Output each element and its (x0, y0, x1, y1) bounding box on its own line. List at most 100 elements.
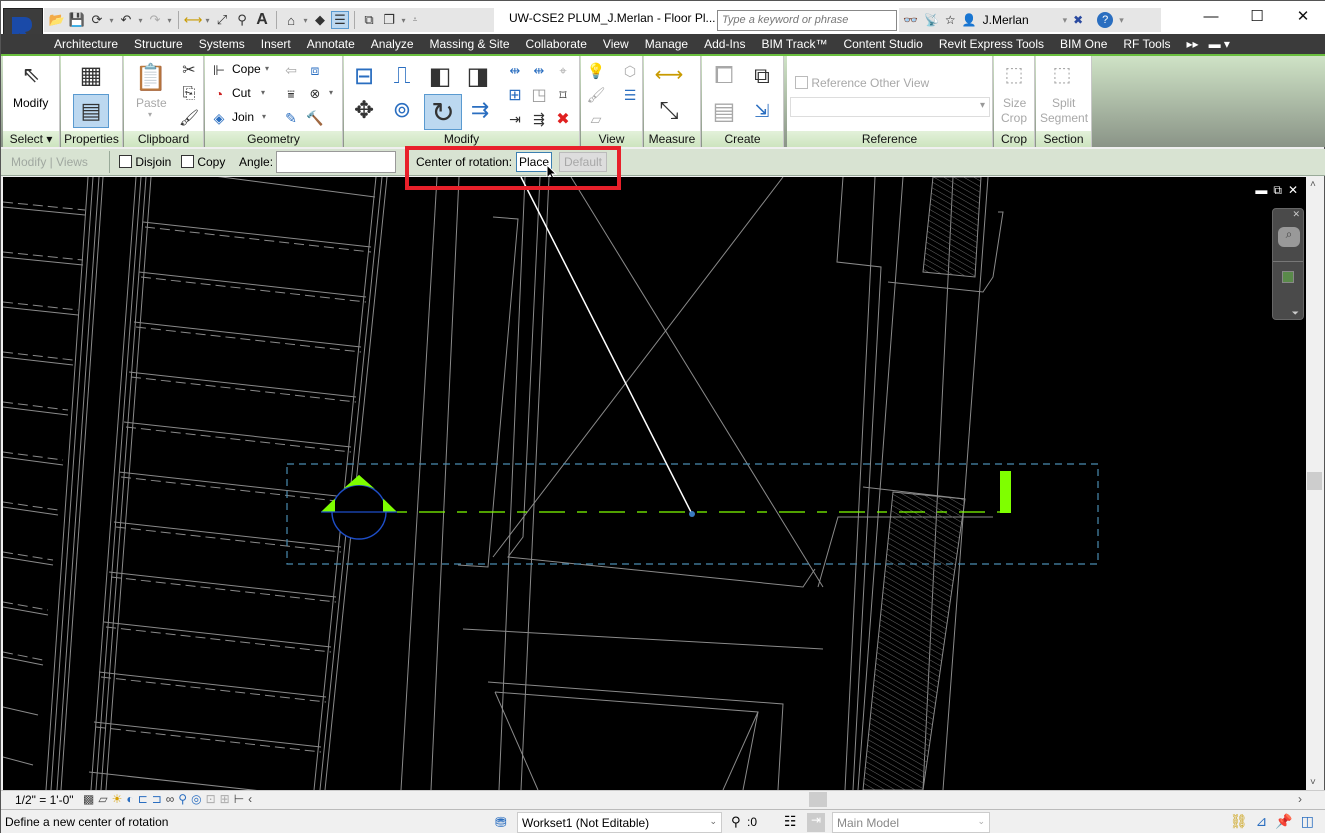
beam-column-joins-icon[interactable]: ⩸ (281, 84, 301, 104)
measure-between-icon[interactable]: ⟷ (650, 60, 688, 88)
view-scale[interactable]: 1/2" = 1'-0" (15, 793, 74, 807)
tab-bim-one[interactable]: BIM One (1052, 37, 1115, 51)
chevron-down-icon[interactable]: ▾ (265, 64, 269, 73)
detail-level-icon[interactable]: ▩ (83, 792, 94, 806)
maximize-button[interactable]: ☐ (1234, 1, 1280, 31)
cope-button[interactable]: Cope (232, 62, 261, 76)
more-tabs-icon[interactable]: ▸▸ (1179, 37, 1207, 51)
horizontal-scroll-thumb[interactable] (809, 792, 827, 807)
mirror-pick-axis-icon[interactable]: ◧ (424, 60, 456, 92)
user-icon[interactable]: 👤 (962, 13, 977, 27)
split-element-icon[interactable]: ⇹ (504, 60, 526, 82)
angle-input[interactable] (276, 151, 396, 173)
chevron-down-icon[interactable]: ▾ (1119, 15, 1124, 26)
close-nav-bar-icon[interactable]: ✕ (1292, 209, 1300, 220)
split-face-icon[interactable]: ⧈ (305, 60, 325, 80)
reveal-hidden-icon[interactable]: ◎ (191, 792, 201, 806)
chevron-down-icon[interactable]: ▾ (166, 16, 173, 25)
design-options-icon[interactable]: ☷ (784, 813, 797, 830)
select-links-icon[interactable]: ⛓ (1230, 813, 1248, 830)
cut-geometry-icon[interactable]: ◔ (210, 85, 228, 103)
split-segment-icon[interactable]: ⬚ (1048, 60, 1076, 88)
type-properties-icon[interactable]: ▦ (75, 60, 107, 90)
binoculars-icon[interactable]: 👓 (903, 13, 918, 27)
cope-icon[interactable]: ⊩ (210, 61, 228, 79)
shadows-icon[interactable]: ◐ (126, 792, 133, 806)
properties-icon[interactable]: ▤ (73, 94, 109, 128)
trim-multiple-icon[interactable]: ⇶ (528, 108, 550, 130)
undo-icon[interactable]: ↶ (117, 11, 135, 29)
scroll-up-icon[interactable]: ˄ (1310, 179, 1316, 190)
scroll-right-icon[interactable]: › (1298, 792, 1302, 806)
worksets-icon[interactable]: ⛃ (495, 814, 507, 831)
cursor-arrow-icon[interactable]: ⇖ (19, 62, 43, 88)
select-dropdown[interactable]: Select ▾ (3, 131, 59, 147)
redo-icon[interactable]: ↷ (146, 11, 164, 29)
section-icon[interactable]: ◆ (311, 11, 329, 29)
size-crop-label-2[interactable]: Crop (1001, 111, 1027, 125)
tab-collaborate[interactable]: Collaborate (518, 37, 595, 51)
create-assembly-icon[interactable]: ⧠ (708, 60, 740, 92)
cut-button[interactable]: Cut (232, 86, 251, 100)
user-name[interactable]: J.Merlan (983, 13, 1029, 27)
view-restore-icon[interactable]: ⧉ (1273, 183, 1282, 198)
array-icon[interactable]: ⊞ (504, 84, 526, 106)
pin-icon[interactable]: ⌑ (552, 84, 574, 106)
select-by-face-icon[interactable]: ◫ (1301, 813, 1314, 830)
vertical-scrollbar[interactable]: ˄ ˅ (1306, 177, 1324, 790)
analytical-model-icon[interactable]: ⊞ (220, 792, 230, 806)
paste-button[interactable]: Paste (136, 96, 167, 110)
chevron-down-icon[interactable]: ▾ (137, 16, 144, 25)
close-button[interactable]: ✕ (1280, 1, 1325, 31)
tab-view[interactable]: View (595, 37, 637, 51)
tab-analyze[interactable]: Analyze (363, 37, 422, 51)
constraints-icon[interactable]: ⊢ (234, 792, 244, 806)
wall-joins-icon[interactable]: ⇦ (281, 60, 301, 80)
paint-icon[interactable]: ✎ (281, 108, 301, 128)
trim-extend-icon[interactable]: ⇉ (464, 94, 496, 126)
move-icon[interactable]: ✥ (348, 94, 380, 126)
create-parts-icon[interactable]: ⧉ (746, 60, 778, 92)
tab-systems[interactable]: Systems (191, 37, 253, 51)
tab-add-ins[interactable]: Add-Ins (696, 37, 753, 51)
aligned-dimension-icon[interactable]: ⤡ (650, 94, 688, 128)
sync-icon[interactable]: ⟳ (88, 11, 106, 29)
tab-content-studio[interactable]: Content Studio (835, 37, 930, 51)
customize-icon[interactable]: ⩡ (409, 15, 421, 25)
ribbon-minimize-icon[interactable]: ▬ ▾ (1207, 37, 1232, 51)
tab-annotate[interactable]: Annotate (299, 37, 363, 51)
sun-path-icon[interactable]: ☀ (112, 792, 123, 806)
zoom-region-icon[interactable] (1282, 271, 1294, 283)
unlocked-3d-icon[interactable]: ∞ (166, 792, 175, 806)
help-icon[interactable]: ? (1097, 12, 1114, 28)
tab-architecture[interactable]: Architecture (46, 37, 126, 51)
chevron-down-icon[interactable]: ▾ (261, 88, 265, 97)
rotate-icon[interactable]: ↻ (424, 94, 462, 130)
tab-bim-track[interactable]: BIM Track™ (753, 37, 835, 51)
hammer-icon[interactable]: 🔨 (305, 108, 325, 128)
offset-icon[interactable]: ⎍ (386, 60, 418, 92)
modify-button[interactable]: Modify (13, 96, 48, 110)
join-icon[interactable]: ◈ (210, 109, 228, 127)
close-windows-icon[interactable]: ⧉ (360, 11, 378, 29)
override-graphics-icon[interactable]: ⬡ (619, 60, 641, 82)
show-crop-icon[interactable]: ⊐ (152, 792, 162, 806)
view-close-icon[interactable]: ✕ (1288, 183, 1298, 198)
view-minimize-icon[interactable]: ▬ (1255, 183, 1267, 198)
2d-wheel-icon[interactable]: ⌕ (1278, 227, 1300, 247)
hide-category-icon[interactable]: ☰ (619, 84, 641, 106)
tab-manage[interactable]: Manage (637, 37, 696, 51)
chevron-down-icon[interactable]: ▾ (262, 112, 266, 121)
disjoin-checkbox[interactable]: Disjoin (119, 155, 171, 169)
measure-icon[interactable]: ⟷ (184, 11, 203, 29)
subscription-icon[interactable]: 📡 (924, 13, 939, 27)
linework-brush-icon[interactable]: 🖌 (585, 84, 607, 106)
size-crop-icon[interactable]: ⬚ (1000, 60, 1028, 88)
chevron-down-icon[interactable]: ▾ (400, 16, 407, 25)
create-group-icon[interactable]: ▤ (708, 94, 740, 128)
scroll-down-icon[interactable]: ˅ (1310, 777, 1316, 788)
copy-icon[interactable]: ⎘ (179, 84, 199, 104)
trim-single-icon[interactable]: ⇥ (504, 108, 526, 130)
cut-profile-icon[interactable]: ▱ (585, 108, 607, 130)
chevron-down-icon[interactable]: ▾ (1063, 15, 1068, 26)
